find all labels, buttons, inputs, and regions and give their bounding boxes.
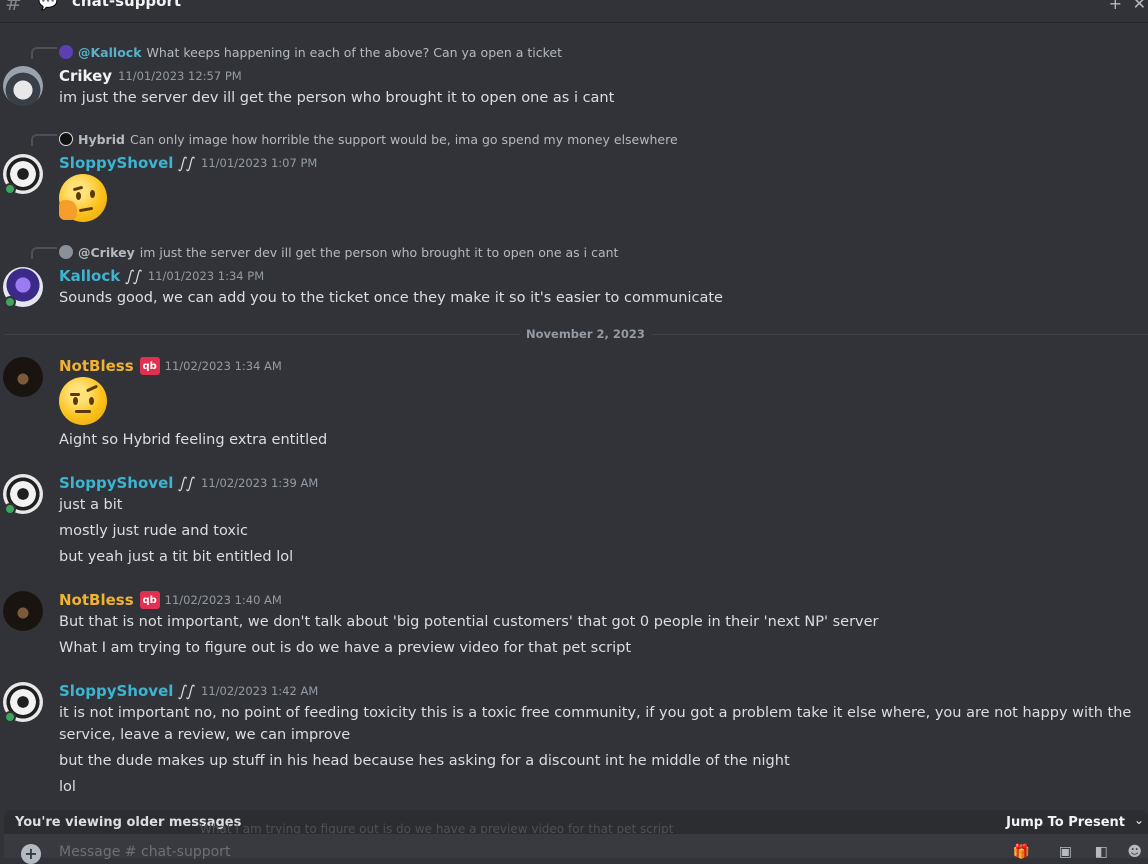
reply-preview[interactable]: @Crikey im just the server dev ill get t… [59, 243, 618, 261]
add-member-icon[interactable]: + [1109, 0, 1122, 13]
timestamp: 11/01/2023 1:07 PM [201, 156, 318, 170]
jump-to-present-button[interactable]: Jump To Present [1006, 815, 1125, 830]
message-text: im just the server dev ill get the perso… [59, 90, 615, 106]
gift-icon[interactable]: 🎁 [1013, 844, 1030, 860]
status-indicator [4, 296, 16, 308]
username[interactable]: SloppyShovel [59, 474, 173, 492]
wave-badge-icon[interactable]: ∫∫ [124, 267, 143, 285]
timestamp: 11/01/2023 1:34 PM [147, 269, 265, 283]
avatar[interactable] [3, 66, 43, 106]
username[interactable]: NotBless [59, 591, 134, 609]
message-header: NotBless qb 11/02/2023 1:34 AM [59, 355, 282, 377]
username[interactable]: SloppyShovel [59, 682, 173, 700]
reply-preview[interactable]: Hybrid Can only image how horrible the s… [59, 130, 678, 148]
username[interactable]: Crikey [59, 67, 112, 85]
message-text: Aight so Hybrid feeling extra entitled [59, 432, 328, 448]
timestamp: 11/02/2023 1:39 AM [201, 476, 319, 490]
message-composer[interactable]: + Message # chat-support 🎁 ▣ ◧ ☻ [4, 834, 1148, 864]
server-tag-badge[interactable]: qb [139, 357, 160, 375]
timestamp: 11/01/2023 12:57 PM [118, 69, 242, 83]
message-text: it is not important no, no point of feed… [59, 705, 1132, 743]
status-indicator [4, 711, 16, 723]
message-text: mostly just rude and toxic [59, 523, 248, 539]
message-text: but yeah just a tit bit entitled lol [59, 549, 294, 565]
message-text: What I am trying to figure out is do we … [59, 640, 632, 656]
message-text: lol [59, 779, 76, 795]
username[interactable]: NotBless [59, 357, 134, 375]
chat-bubble-icon: 💬 [38, 0, 58, 11]
channel-header: # 💬 chat-support + ✕ [0, 0, 1148, 23]
timestamp: 11/02/2023 1:40 AM [164, 593, 282, 607]
avatar[interactable] [3, 357, 43, 397]
message-text: but the dude makes up stuff in his head … [59, 753, 790, 769]
gif-icon[interactable]: ▣ [1059, 844, 1072, 860]
message-header: SloppyShovel ∫∫ 11/02/2023 1:42 AM [59, 680, 318, 702]
sticker-icon[interactable]: ◧ [1095, 844, 1108, 860]
username[interactable]: SloppyShovel [59, 154, 173, 172]
server-tag-badge[interactable]: qb [139, 591, 160, 609]
timestamp: 11/02/2023 1:42 AM [201, 684, 319, 698]
chevron-down-icon[interactable]: ⌄ [1134, 813, 1144, 827]
date-divider-label: November 2, 2023 [520, 327, 651, 341]
username[interactable]: Kallock [59, 267, 120, 285]
wave-badge-icon[interactable]: ∫∫ [177, 682, 196, 700]
avatar [59, 245, 73, 259]
wave-badge-icon[interactable]: ∫∫ [177, 154, 196, 172]
reply-text: Can only image how horrible the support … [129, 131, 678, 147]
status-indicator [4, 183, 16, 195]
reply-username[interactable]: @Kallock [78, 45, 142, 60]
reply-preview[interactable]: @Kallock What keeps happening in each of… [59, 43, 562, 61]
emoji-icon[interactable]: ☻ [1127, 844, 1142, 860]
message-header: NotBless qb 11/02/2023 1:40 AM [59, 589, 282, 611]
avatar [59, 132, 73, 146]
message-header: Crikey 11/01/2023 12:57 PM [59, 65, 242, 87]
message-header: Kallock ∫∫ 11/01/2023 1:34 PM [59, 265, 264, 287]
message-header: SloppyShovel ∫∫ 11/01/2023 1:07 PM [59, 152, 317, 174]
channel-name: chat-support [72, 0, 182, 10]
reply-text: im just the server dev ill get the perso… [139, 244, 619, 260]
wave-badge-icon[interactable]: ∫∫ [177, 474, 196, 492]
raised-eyebrow-emoji [59, 377, 107, 425]
thinking-face-emoji [59, 174, 107, 222]
reply-username[interactable]: @Crikey [78, 245, 135, 260]
pin-icon[interactable]: ✕ [1133, 0, 1146, 13]
avatar[interactable] [3, 591, 43, 631]
avatar [59, 45, 73, 59]
status-indicator [4, 503, 16, 515]
message-header: SloppyShovel ∫∫ 11/02/2023 1:39 AM [59, 472, 318, 494]
message-text: But that is not important, we don't talk… [59, 614, 879, 630]
message-text: just a bit [59, 497, 123, 513]
message-text: Sounds good, we can add you to the ticke… [59, 290, 723, 306]
add-attachment-icon[interactable]: + [21, 844, 41, 864]
message-input[interactable]: Message # chat-support [59, 844, 230, 860]
reply-username[interactable]: Hybrid [78, 132, 125, 147]
threads-icon[interactable]: # [5, 0, 22, 15]
reply-text: What keeps happening in each of the abov… [146, 44, 562, 60]
reply-connector [31, 247, 57, 259]
reply-connector [31, 134, 57, 146]
timestamp: 11/02/2023 1:34 AM [164, 359, 282, 373]
reply-connector [31, 47, 57, 59]
